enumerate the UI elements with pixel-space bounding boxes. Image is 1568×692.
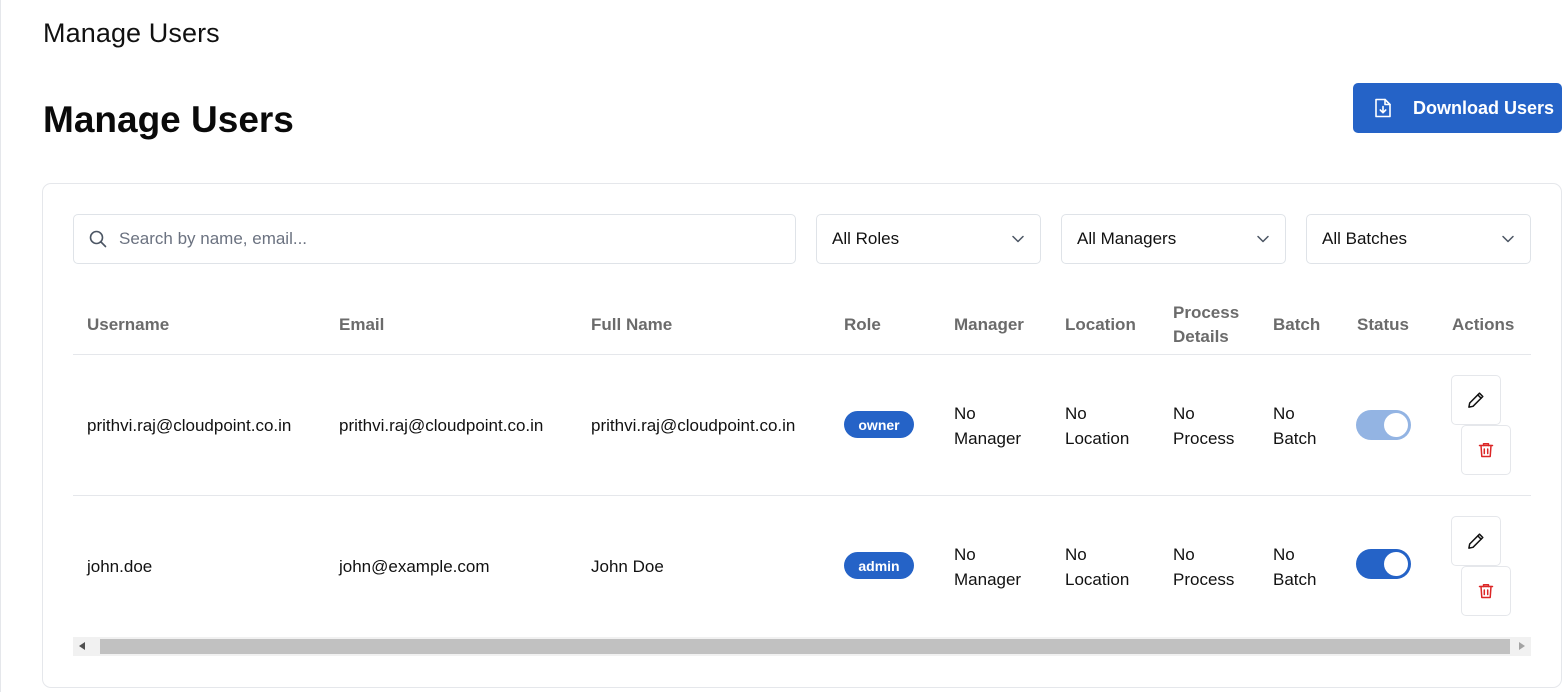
cell-full-name: John Doe (591, 557, 664, 576)
column-header-manager: Manager (954, 315, 1024, 334)
column-header-full-name: Full Name (591, 315, 673, 334)
chevron-down-icon (1501, 232, 1515, 246)
breadcrumb-title: Manage Users (43, 18, 220, 48)
manager-filter-select[interactable]: All Managers (1061, 214, 1286, 264)
status-toggle[interactable] (1356, 410, 1411, 440)
scroll-right-arrow-icon[interactable] (1519, 642, 1525, 650)
status-toggle[interactable] (1356, 549, 1411, 579)
manager-filter-value: All Managers (1077, 229, 1177, 248)
cell-email: prithvi.raj@cloudpoint.co.in (339, 416, 544, 435)
role-filter-select[interactable]: All Roles (816, 214, 1041, 264)
cell-process-details: No Process (1173, 404, 1235, 448)
toggle-knob (1384, 413, 1408, 437)
cell-batch: No Batch (1273, 404, 1317, 448)
cell-location: No Location (1065, 545, 1130, 589)
batch-filter-select[interactable]: All Batches (1306, 214, 1531, 264)
column-header-role: Role (844, 315, 881, 334)
horizontal-scrollbar[interactable] (73, 637, 1531, 656)
chevron-down-icon (1256, 232, 1270, 246)
toggle-knob (1384, 552, 1408, 576)
search-input[interactable] (119, 229, 719, 249)
cell-full-name: prithvi.raj@cloudpoint.co.in (591, 416, 796, 435)
column-header-process-details: Process Details (1173, 303, 1240, 346)
scrollbar-thumb[interactable] (100, 639, 1510, 654)
cell-location: No Location (1065, 404, 1130, 448)
delete-user-button[interactable] (1461, 566, 1511, 616)
cell-manager: No Manager (954, 545, 1022, 589)
download-users-button[interactable]: Download Users (1353, 83, 1562, 133)
cell-email: john@example.com (339, 557, 490, 576)
file-download-icon (1374, 98, 1392, 118)
cell-batch: No Batch (1273, 545, 1317, 589)
column-header-batch: Batch (1273, 315, 1321, 334)
page-title: Manage Users (43, 99, 294, 140)
role-badge: admin (844, 552, 914, 579)
role-filter-value: All Roles (832, 229, 900, 248)
column-header-location: Location (1065, 315, 1136, 334)
delete-user-button[interactable] (1461, 425, 1511, 475)
cell-process-details: No Process (1173, 545, 1235, 589)
trash-icon (1478, 584, 1494, 599)
column-header-username: Username (87, 315, 170, 334)
batch-filter-value: All Batches (1322, 229, 1408, 248)
column-header-email: Email (339, 315, 385, 334)
cell-username: john.doe (87, 557, 153, 576)
search-box[interactable] (73, 214, 796, 264)
pencil-icon (1468, 533, 1484, 549)
column-header-actions: Actions (1452, 315, 1515, 334)
download-users-label: Download Users (1413, 97, 1555, 118)
cell-manager: No Manager (954, 404, 1022, 448)
chevron-down-icon (1011, 232, 1025, 246)
edit-user-button[interactable] (1451, 516, 1501, 566)
table-header-divider (73, 354, 1531, 355)
page-left-border (0, 0, 1, 692)
row-divider (73, 495, 1531, 496)
trash-icon (1478, 443, 1494, 458)
column-header-status: Status (1357, 315, 1409, 334)
cell-username: prithvi.raj@cloudpoint.co.in (87, 416, 292, 435)
scroll-left-arrow-icon[interactable] (79, 642, 85, 650)
pencil-icon (1468, 392, 1484, 408)
search-icon (89, 230, 107, 248)
edit-user-button[interactable] (1451, 375, 1501, 425)
role-badge: owner (844, 411, 914, 438)
